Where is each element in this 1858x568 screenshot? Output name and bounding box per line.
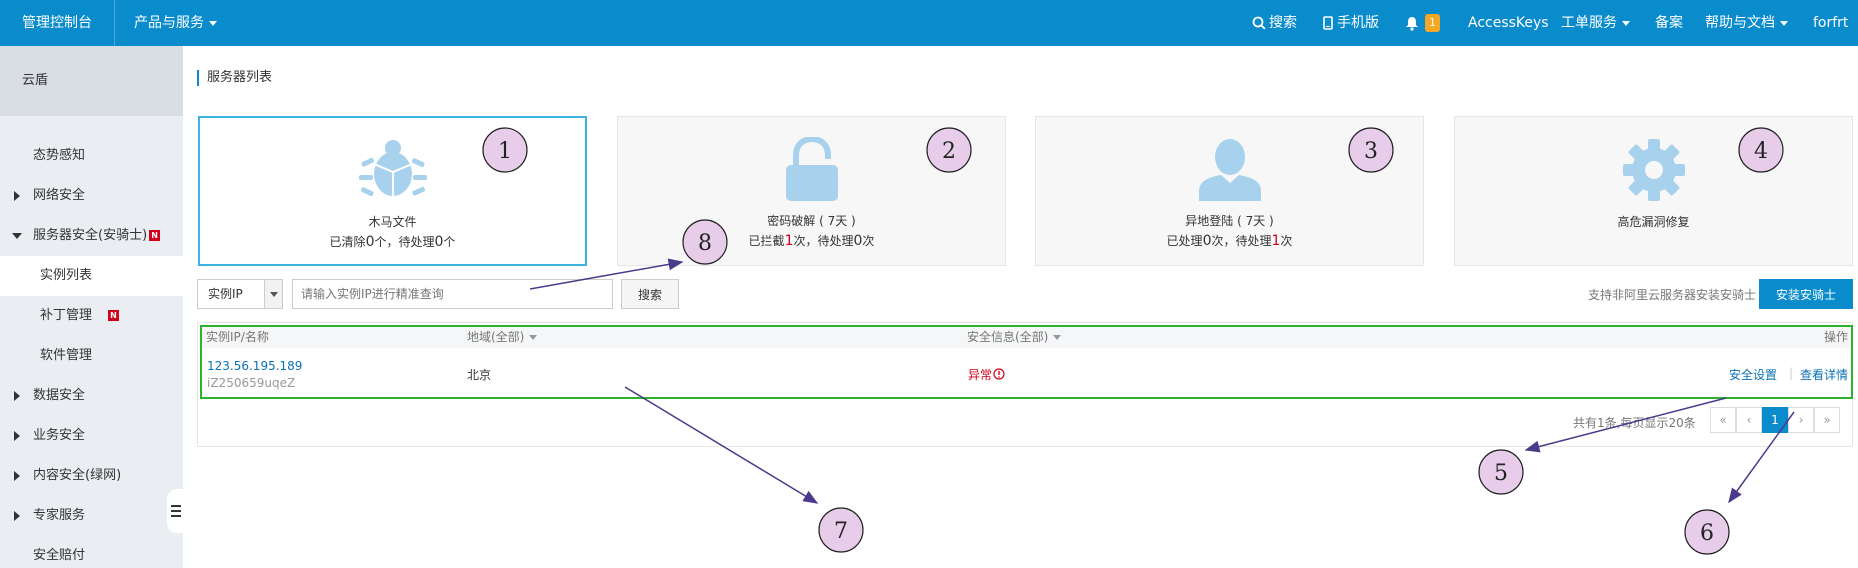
console-home-link[interactable]: 管理控制台 (0, 0, 115, 46)
install-support-text: 支持非阿里云服务器安装安骑士 (1588, 288, 1757, 302)
tickets-menu[interactable]: 工单服务 (1561, 0, 1630, 46)
search-type-select[interactable]: 实例IP (197, 279, 283, 309)
card-title: 高危漏洞修复 (1617, 215, 1690, 229)
mobile-link-label: 手机版 (1337, 15, 1379, 31)
mobile-link[interactable]: 手机版 (1323, 0, 1379, 46)
main-content: 服务器列表 木马文件 已清除0个，待处理0个 密码破解 (7天) 已拦截1次… (183, 46, 1858, 568)
notifications-button[interactable]: 1 (1405, 0, 1440, 46)
sidebar-item-label: 服务器安全(安骑士) (33, 228, 148, 243)
sidebar-item-label: 专家服务 (33, 508, 86, 523)
chevron-down-icon (1622, 20, 1630, 26)
top-navbar: 管理控制台 产品与服务 搜索 手机版 1 AccessKeys 工单服务 备案 … (0, 0, 1858, 46)
page: 管理控制台 产品与服务 搜索 手机版 1 AccessKeys 工单服务 备案 … (0, 0, 1858, 568)
remote-login-card[interactable]: 异地登陆 ( 7天 ) 已处理0次，待处理1次 (1035, 116, 1424, 266)
instance-ip-search-input[interactable] (292, 279, 613, 309)
search-link-label: 搜索 (1269, 15, 1297, 31)
products-menu-label: 产品与服务 (134, 15, 204, 31)
card-title: 木马文件 (368, 215, 417, 229)
accesskeys-link[interactable]: AccessKeys (1468, 0, 1549, 46)
search-icon (1252, 16, 1266, 30)
user-menu[interactable]: forfrt (1813, 0, 1848, 46)
chevron-down-icon (1780, 20, 1788, 26)
caret-right-icon (14, 511, 20, 521)
card-title: 密码破解 ( 7天 ) (767, 214, 856, 228)
password-cracking-card[interactable]: 密码破解 ( 7天 ) 已拦截1次，待处理0次 (617, 116, 1006, 266)
mobile-icon (1323, 16, 1333, 30)
install-agent-button[interactable]: 安装安骑士 (1759, 279, 1853, 309)
sidebar-item-content-security[interactable]: 内容安全(绿网) (0, 456, 183, 496)
sidebar-item-label: 态势感知 (33, 148, 86, 163)
card-stats: 已拦截1次，待处理0次 (748, 233, 875, 249)
sidebar-item-label: 实例列表 (40, 268, 93, 283)
sidebar-item-label: 数据安全 (33, 388, 86, 403)
sidebar-item-label: 安全赔付 (33, 548, 86, 563)
sidebar-item-label: 网络安全 (33, 188, 86, 203)
caret-down-icon (12, 233, 22, 239)
chevron-down-icon (209, 20, 217, 26)
sidebar-item-server-security[interactable]: 服务器安全(安骑士) N (0, 216, 183, 256)
caret-right-icon (14, 191, 20, 201)
pagination-prev[interactable]: ‹ (1736, 407, 1762, 433)
sidebar-item-expert-service[interactable]: 专家服务 (0, 496, 183, 536)
caret-right-icon (14, 391, 20, 401)
user-icon (1198, 139, 1261, 201)
sidebar-item-label: 软件管理 (40, 348, 93, 363)
sidebar-item-label: 补丁管理 (40, 308, 93, 323)
gear-icon (1622, 139, 1685, 201)
search-link[interactable]: 搜索 (1252, 0, 1297, 46)
tickets-menu-label: 工单服务 (1561, 15, 1617, 31)
new-badge: N (108, 310, 120, 321)
sidebar-item-network-security[interactable]: 网络安全 (0, 176, 183, 216)
trojan-files-card[interactable]: 木马文件 已清除0个，待处理0个 (198, 116, 587, 266)
sidebar-item-data-security[interactable]: 数据安全 (0, 376, 183, 416)
page-title: 服务器列表 (197, 70, 272, 86)
pagination-current[interactable]: 1 (1762, 407, 1788, 433)
sidebar-item-label: 内容安全(绿网) (33, 468, 122, 483)
search-button[interactable]: 搜索 (621, 279, 679, 309)
pagination-next[interactable]: › (1788, 407, 1814, 433)
bug-icon (358, 140, 427, 197)
sidebar-item-patch-management[interactable]: 补丁管理 N (0, 296, 183, 336)
sidebar-item-situation[interactable]: 态势感知 (0, 136, 183, 176)
products-menu[interactable]: 产品与服务 (134, 0, 217, 46)
notification-badge: 1 (1425, 14, 1440, 32)
chevron-down-icon (270, 292, 278, 297)
beian-link[interactable]: 备案 (1655, 0, 1683, 46)
card-stats: 已清除0个，待处理0个 (329, 234, 456, 250)
sidebar: 云盾 态势感知 网络安全 服务器安全(安骑士) N 实例列表 补丁管理 N 软件管理… (0, 46, 183, 568)
caret-right-icon (14, 431, 20, 441)
help-menu-label: 帮助与文档 (1705, 15, 1775, 31)
search-type-value: 实例IP (208, 287, 243, 301)
help-menu[interactable]: 帮助与文档 (1705, 0, 1788, 46)
sidebar-item-compensation[interactable]: 安全赔付 (0, 536, 183, 568)
sidebar-item-software-management[interactable]: 软件管理 (0, 336, 183, 376)
pagination-first[interactable]: « (1710, 407, 1736, 433)
pagination-last[interactable]: » (1814, 407, 1840, 433)
highlight-box (200, 325, 1853, 399)
lock-icon (785, 137, 838, 201)
sidebar-item-instance-list[interactable]: 实例列表 (0, 256, 183, 296)
card-title: 异地登陆 ( 7天 ) (1185, 214, 1274, 228)
caret-right-icon (14, 471, 20, 481)
pagination-info: 共有1条,每页显示20条 (1573, 416, 1696, 430)
card-stats: 已处理0次，待处理1次 (1166, 233, 1293, 249)
new-badge: N (149, 230, 161, 241)
sidebar-title: 云盾 (0, 46, 183, 116)
sidebar-item-business-security[interactable]: 业务安全 (0, 416, 183, 456)
sidebar-item-label: 业务安全 (33, 428, 86, 443)
bell-icon (1406, 16, 1418, 31)
vulnerability-fix-card[interactable]: 高危漏洞修复 (1454, 116, 1853, 266)
